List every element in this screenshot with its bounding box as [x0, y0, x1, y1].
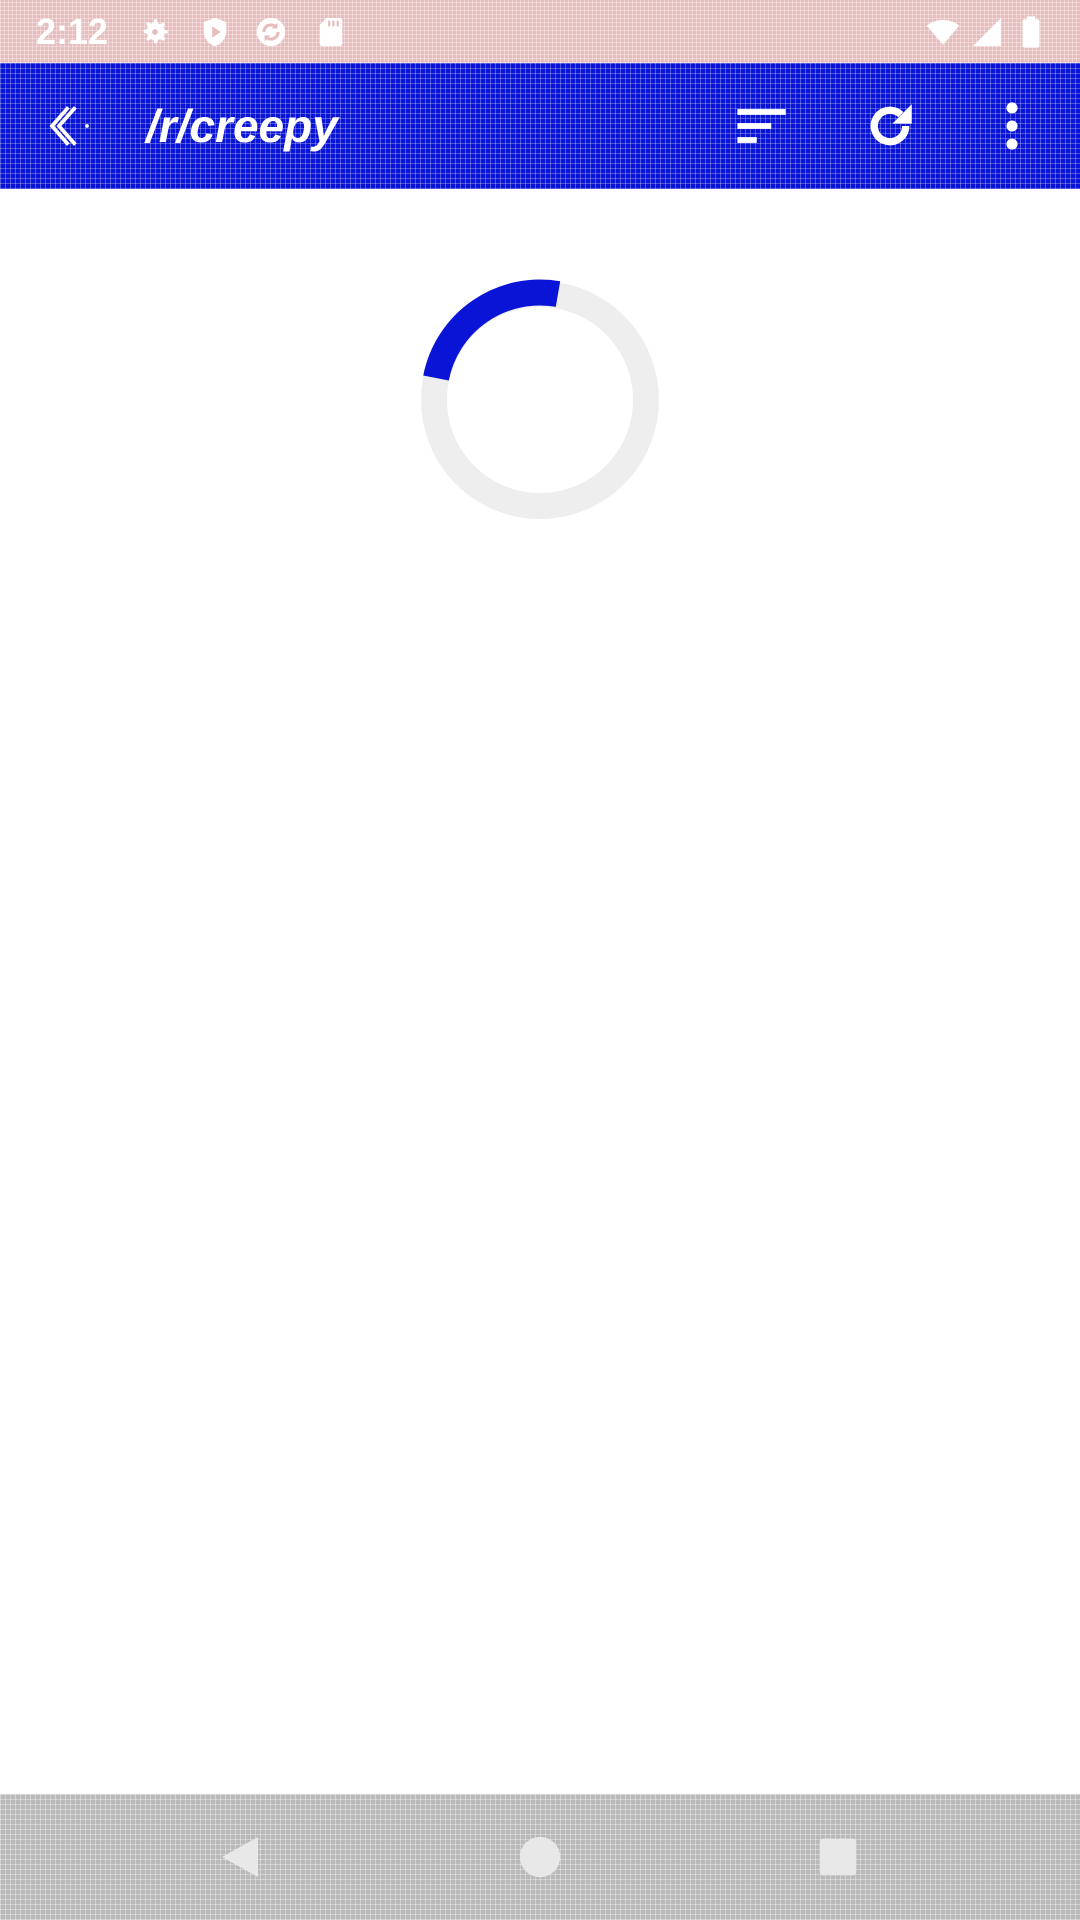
status-time: 2:12: [36, 11, 109, 52]
nav-home-button[interactable]: [492, 1812, 588, 1902]
nav-back-icon: [222, 1837, 258, 1877]
nav-recents-icon: [819, 1838, 857, 1876]
sd-card-icon: [319, 17, 343, 47]
app-bar: /r/creepy: [0, 63, 1080, 189]
nav-recents-button[interactable]: [790, 1812, 886, 1902]
back-arrow-icon: [49, 106, 89, 146]
nav-back-button[interactable]: [194, 1812, 290, 1902]
spinner-arc: [423, 279, 561, 381]
sort-button[interactable]: [716, 78, 812, 174]
battery-icon: [1022, 16, 1040, 48]
refresh-icon: [870, 104, 912, 146]
sync-icon: [256, 17, 286, 47]
nav-home-icon: [519, 1836, 561, 1878]
status-bar: 2:12: [0, 0, 1080, 63]
cell-signal-icon: [972, 17, 1002, 47]
shield-play-icon: [203, 17, 227, 47]
subreddit-title: /r/creepy: [146, 100, 338, 152]
overflow-menu-button[interactable]: [964, 78, 1060, 174]
navigation-bar: [0, 1794, 1080, 1920]
loading-spinner: [421, 279, 659, 519]
refresh-button[interactable]: [842, 78, 938, 174]
wifi-icon: [926, 19, 960, 45]
settings-gear-icon: [143, 19, 168, 44]
back-button[interactable]: [18, 78, 114, 174]
sort-icon: [737, 109, 786, 143]
overflow-menu-icon: [1006, 102, 1018, 150]
